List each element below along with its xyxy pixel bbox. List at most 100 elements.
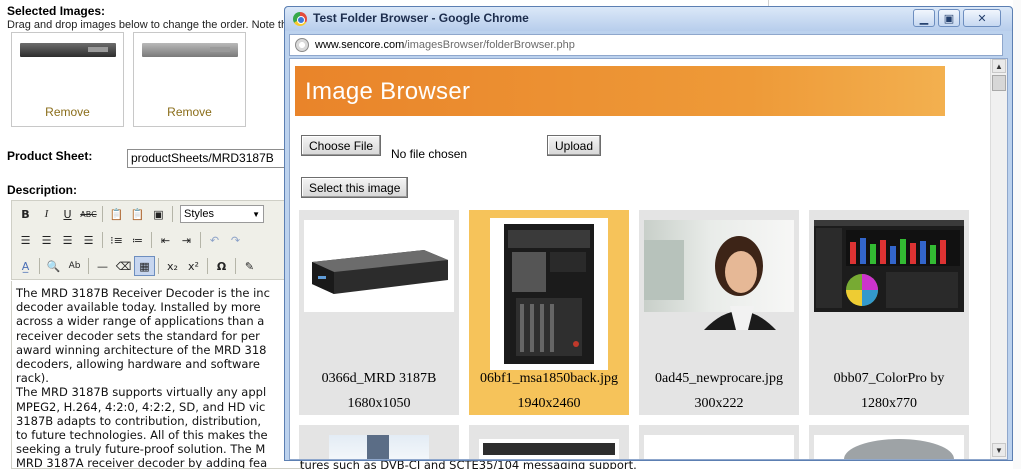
rack-thumbnail bbox=[20, 43, 116, 57]
chevron-down-icon: ▼ bbox=[252, 209, 260, 219]
image-dimensions: 1940x2460 bbox=[517, 396, 581, 411]
select-image-button[interactable]: Select this image bbox=[301, 177, 409, 198]
selected-image-2[interactable]: Remove bbox=[133, 32, 246, 127]
toolbar-divider bbox=[172, 206, 173, 222]
page-viewport: Image Browser Choose File No file chosen… bbox=[289, 58, 1008, 460]
minimize-button[interactable]: ▁ bbox=[913, 9, 935, 27]
replace-icon[interactable]: Ab bbox=[64, 256, 85, 276]
editor-line: MPEG2, H.264, 4:2:0, 4:2:2, SD, and HD v… bbox=[16, 399, 266, 414]
toolbar-divider bbox=[235, 258, 236, 274]
image-tile-selected[interactable]: 06bf1_msa1850back.jpg 1940x2460 bbox=[469, 210, 629, 415]
italic-icon[interactable]: I bbox=[36, 204, 57, 224]
choose-file-button[interactable]: Choose File bbox=[301, 135, 382, 156]
bold-icon[interactable]: B bbox=[15, 204, 36, 224]
image-tile[interactable]: 0366d_MRD 3187B 1680x1050 bbox=[299, 210, 459, 415]
redo-icon[interactable]: ↷ bbox=[225, 230, 246, 250]
special-char-icon[interactable]: Ω bbox=[211, 256, 232, 276]
toolbar-divider bbox=[102, 206, 103, 222]
rack-unit-image bbox=[304, 220, 454, 312]
strikethrough-icon[interactable]: ABC bbox=[78, 204, 99, 224]
product-sheet-label: Product Sheet: bbox=[7, 149, 93, 163]
image-name: 06bf1_msa1850back.jpg bbox=[479, 371, 619, 386]
colorpro-screenshot bbox=[814, 220, 964, 312]
underline-icon[interactable]: U bbox=[57, 204, 78, 224]
window-title: Test Folder Browser - Google Chrome bbox=[313, 11, 529, 25]
find-icon[interactable]: 🔍 bbox=[43, 256, 64, 276]
vertical-scrollbar[interactable]: ▲ ▼ bbox=[990, 59, 1007, 459]
image-name: 0366d_MRD 3187B bbox=[321, 371, 437, 386]
undo-icon[interactable]: ↶ bbox=[204, 230, 225, 250]
address-bar[interactable]: www.sencore.com/imagesBrowser/folderBrow… bbox=[289, 34, 1003, 56]
numbered-list-icon[interactable]: ≔ bbox=[127, 230, 148, 250]
image-tile[interactable]: 0ad45_newprocare.jpg 300x222 bbox=[639, 210, 799, 415]
url-domain: www.sencore.com bbox=[315, 39, 405, 51]
table-icon[interactable]: ▦ bbox=[134, 256, 155, 276]
paste-word-icon[interactable]: ▣ bbox=[148, 204, 169, 224]
scrollbar-thumb[interactable] bbox=[992, 75, 1006, 91]
styles-select[interactable]: Styles ▼ bbox=[180, 205, 264, 223]
image-name: 0ad45_newprocare.jpg bbox=[655, 371, 783, 386]
edit-icon[interactable]: ✎ bbox=[239, 256, 260, 276]
product-sheet-input[interactable]: productSheets/MRD3187B bbox=[127, 149, 302, 168]
toolbar-divider bbox=[88, 258, 89, 274]
partial-image bbox=[814, 435, 964, 459]
editor-line: MRD 3187A receiver decoder by adding fea bbox=[16, 456, 268, 469]
remove-link[interactable]: Remove bbox=[134, 105, 245, 119]
horizontal-rule-icon[interactable]: — bbox=[92, 256, 113, 276]
remove-format-icon[interactable]: A̲ bbox=[15, 256, 36, 276]
banner-title: Image Browser bbox=[305, 78, 471, 105]
maximize-icon: ▣ bbox=[943, 11, 955, 25]
editor-line: The MRD 3187B supports virtually any app… bbox=[16, 385, 267, 400]
editor-line: 3187B adapts to contribution, distributi… bbox=[16, 413, 262, 428]
support-agent-photo bbox=[644, 220, 794, 330]
image-browser-banner: Image Browser bbox=[295, 66, 945, 116]
maximize-button[interactable]: ▣ bbox=[938, 9, 960, 27]
image-dimensions: 1280x770 bbox=[861, 396, 917, 411]
align-right-icon[interactable]: ☰ bbox=[57, 230, 78, 250]
scroll-up-icon[interactable]: ▲ bbox=[992, 59, 1006, 73]
image-tile[interactable] bbox=[639, 425, 799, 459]
styles-select-label: Styles bbox=[184, 208, 214, 220]
window-titlebar[interactable]: Test Folder Browser - Google Chrome ▁ ▣ … bbox=[285, 7, 1012, 31]
image-tile[interactable]: 0bb07_ColorPro by 1280x770 bbox=[809, 210, 969, 415]
editor-line: decoders, allowing hardware and software bbox=[16, 357, 260, 372]
page-edge bbox=[1013, 0, 1021, 469]
outdent-icon[interactable]: ⇤ bbox=[155, 230, 176, 250]
editor-line: rack). bbox=[16, 371, 49, 386]
editor-line: award winning architecture of the MRD 31… bbox=[16, 342, 267, 357]
folder-browser-window: Test Folder Browser - Google Chrome ▁ ▣ … bbox=[284, 6, 1013, 461]
image-tile[interactable] bbox=[299, 425, 459, 459]
eraser-icon[interactable]: ⌫ bbox=[113, 256, 134, 276]
superscript-icon[interactable]: x² bbox=[183, 256, 204, 276]
align-center-icon[interactable]: ☰ bbox=[36, 230, 57, 250]
image-dimensions: 1680x1050 bbox=[347, 396, 411, 411]
paste-icon[interactable]: 📋 bbox=[106, 204, 127, 224]
selected-image-1[interactable]: Remove bbox=[11, 32, 124, 127]
toolbar-divider bbox=[39, 258, 40, 274]
url-path: /imagesBrowser/folderBrowser.php bbox=[404, 39, 575, 51]
indent-icon[interactable]: ⇥ bbox=[176, 230, 197, 250]
page-icon bbox=[295, 38, 309, 52]
upload-button[interactable]: Upload bbox=[547, 135, 602, 156]
toolbar-divider bbox=[158, 258, 159, 274]
align-justify-icon[interactable]: ☰ bbox=[78, 230, 99, 250]
editor-line: receiver decoder sets the standard for p… bbox=[16, 328, 260, 343]
image-tile[interactable] bbox=[469, 425, 629, 459]
editor-line: to future technologies. All of this make… bbox=[16, 428, 268, 443]
server-back-image bbox=[490, 218, 608, 370]
toolbar-divider bbox=[151, 232, 152, 248]
paste-text-icon[interactable]: 📋 bbox=[127, 204, 148, 224]
editor-line: seeking a truly future-proof solution. T… bbox=[16, 442, 266, 457]
close-button[interactable]: ✕ bbox=[963, 9, 1001, 27]
editor-toolbar: B I U ABC 📋 📋 ▣ Styles ▼ ☰ ☰ ☰ ☰ ⁝≡ ≔ ⇤ … bbox=[11, 200, 301, 280]
scroll-down-icon[interactable]: ▼ bbox=[992, 443, 1006, 457]
subscript-icon[interactable]: x₂ bbox=[162, 256, 183, 276]
rack-thumbnail bbox=[142, 43, 238, 57]
align-left-icon[interactable]: ☰ bbox=[15, 230, 36, 250]
toolbar-divider bbox=[200, 232, 201, 248]
image-tile[interactable] bbox=[809, 425, 969, 459]
remove-link[interactable]: Remove bbox=[12, 105, 123, 119]
description-editor[interactable]: The MRD 3187B Receiver Decoder is the in… bbox=[11, 281, 301, 469]
bullet-list-icon[interactable]: ⁝≡ bbox=[106, 230, 127, 250]
url-text: www.sencore.com/imagesBrowser/folderBrow… bbox=[315, 39, 575, 51]
